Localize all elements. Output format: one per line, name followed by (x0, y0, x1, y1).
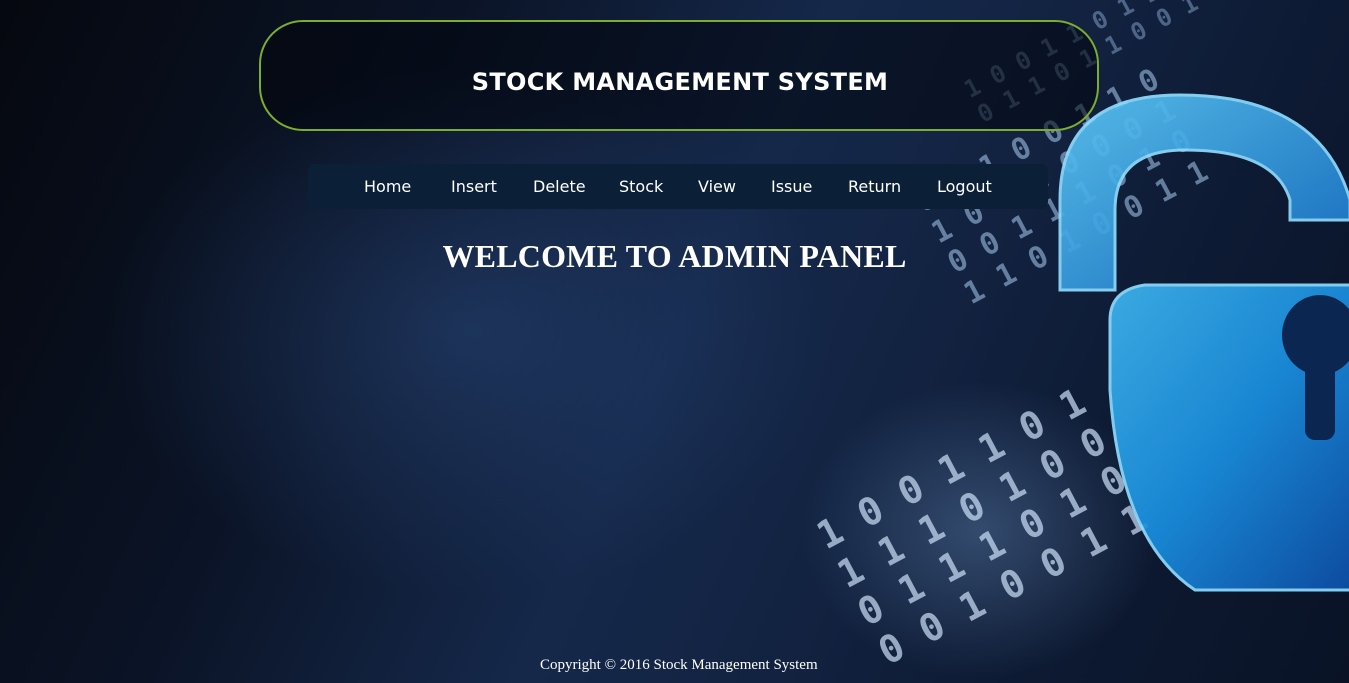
footer-copyright: Copyright © 2016 Stock Management System (540, 657, 818, 673)
nav-view[interactable]: View (698, 177, 736, 196)
welcome-heading: WELCOME TO ADMIN PANEL (442, 238, 907, 274)
main-nav: Home Insert Delete Stock View Issue Retu… (308, 164, 1048, 209)
nav-home[interactable]: Home (364, 177, 411, 196)
nav-stock[interactable]: Stock (619, 177, 663, 196)
nav-issue[interactable]: Issue (771, 177, 812, 196)
nav-insert[interactable]: Insert (451, 177, 497, 196)
nav-logout[interactable]: Logout (937, 177, 992, 196)
nav-return[interactable]: Return (848, 177, 901, 196)
padlock-icon (1058, 93, 1349, 592)
header-box: STOCK MANAGEMENT SYSTEM (259, 20, 1099, 131)
nav-delete[interactable]: Delete (533, 177, 586, 196)
site-title: STOCK MANAGEMENT SYSTEM (471, 68, 889, 96)
